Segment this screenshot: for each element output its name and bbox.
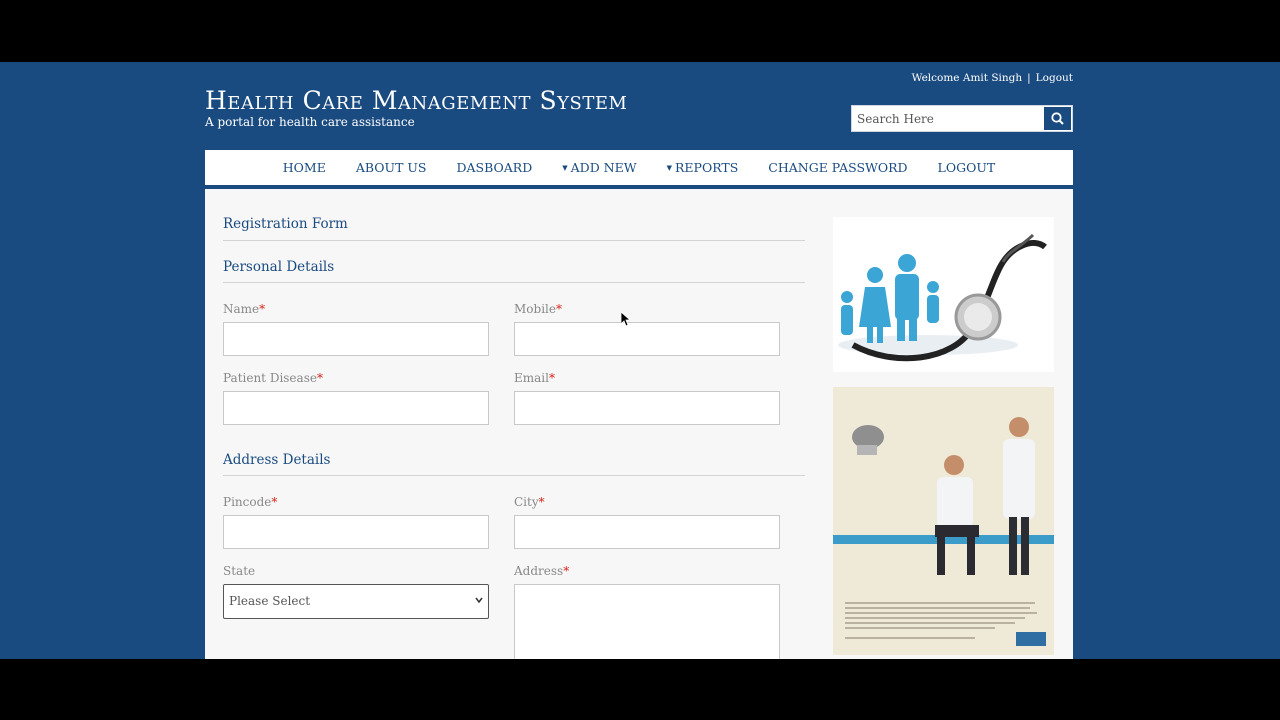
divider [223,240,805,241]
user-links: Welcome Amit Singh | Logout [912,72,1073,84]
pincode-label-text: Pincode [223,495,272,509]
search-icon [1051,112,1064,125]
required-mark: * [555,302,562,316]
state-select[interactable]: Please Select [223,584,489,619]
main-navbar: HOME ABOUT US DASBOARD ▼ ADD NEW ▼ REPORTS… [205,150,1073,189]
chevron-down-icon [475,597,483,604]
mobile-label-text: Mobile [514,302,556,316]
email-field[interactable] [514,391,780,425]
caret-down-icon: ▼ [562,163,568,172]
required-mark: * [316,371,323,385]
search-button[interactable] [1044,107,1071,130]
address-textarea[interactable] [514,584,780,659]
mouse-cursor-icon [621,312,631,327]
nav-reports[interactable]: ▼ REPORTS [652,160,754,175]
nav-dashboard-label: DASBOARD [456,160,533,175]
address-details-heading: Address Details [223,452,331,468]
disease-label-text: Patient Disease [223,371,317,385]
nav-home[interactable]: HOME [268,160,341,175]
patient-disease-field[interactable] [223,391,489,425]
nav-logout[interactable]: LOGOUT [923,160,1011,175]
name-label: Name* [223,302,265,316]
pincode-field[interactable] [223,515,489,549]
personal-details-heading: Personal Details [223,259,335,275]
welcome-text: Welcome Amit Singh [911,72,1023,84]
nav-logout-label: LOGOUT [937,160,996,175]
state-selected-value: Please Select [229,594,311,608]
caret-down-icon: ▼ [666,163,672,172]
search-input[interactable] [852,106,1052,131]
nav-change-password-label: CHANGE PASSWORD [768,160,908,175]
nav-reports-label: REPORTS [675,160,739,175]
hospital-poster-image [833,387,1054,655]
nav-change-password[interactable]: CHANGE PASSWORD [753,160,922,175]
state-label: State [223,564,255,578]
top-logout-link[interactable]: Logout [1036,72,1073,84]
city-label: City* [514,495,545,509]
city-label-text: City [514,495,539,509]
form-title: Registration Form [223,216,348,232]
required-mark: * [548,371,555,385]
divider [223,282,805,283]
nav-dashboard[interactable]: DASBOARD [442,160,548,175]
required-mark: * [563,564,570,578]
disease-label: Patient Disease* [223,371,323,385]
nav-about-us[interactable]: ABOUT US [341,160,442,175]
address-label-text: Address [514,564,564,578]
divider [223,475,805,476]
search-box [851,105,1073,132]
separator: | [1027,72,1031,84]
mobile-field[interactable] [514,322,780,356]
site-title[interactable]: Health Care Management System [205,86,627,116]
city-field[interactable] [514,515,780,549]
nav-about-label: ABOUT US [355,160,427,175]
pincode-label: Pincode* [223,495,277,509]
site-tagline: A portal for health care assistance [205,115,415,129]
email-label-text: Email [514,371,549,385]
nav-add-new[interactable]: ▼ ADD NEW [547,160,651,175]
nav-add-new-label: ADD NEW [570,160,637,175]
state-label-text: State [223,564,256,578]
mobile-label: Mobile* [514,302,562,316]
nav-home-label: HOME [282,160,326,175]
address-label: Address* [514,564,569,578]
family-stethoscope-image [833,217,1054,372]
browser-viewport: Health Care Management System A portal f… [0,62,1280,659]
required-mark: * [271,495,278,509]
email-label: Email* [514,371,555,385]
required-mark: * [259,302,266,316]
required-mark: * [538,495,545,509]
name-field[interactable] [223,322,489,356]
name-label-text: Name [223,302,260,316]
content-panel: Registration Form Personal Details Name*… [205,189,1073,659]
